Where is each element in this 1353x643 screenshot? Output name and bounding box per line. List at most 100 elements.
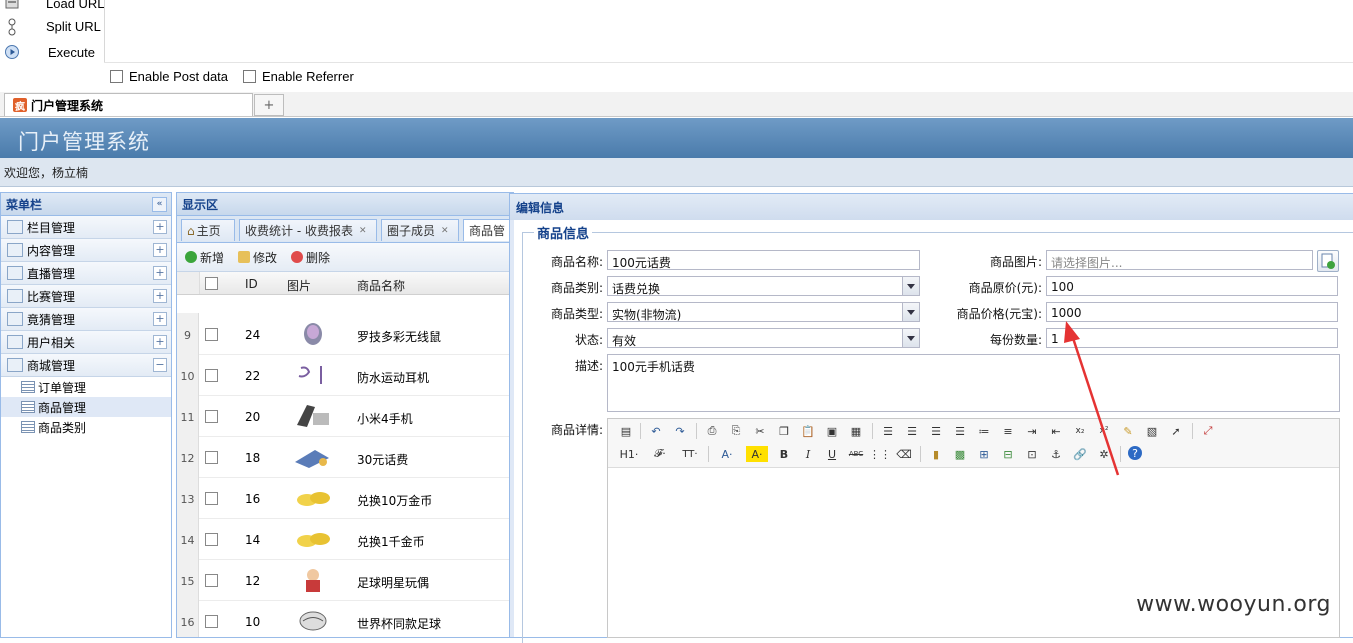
enable-post-checkbox[interactable]: Enable Post data bbox=[110, 69, 228, 84]
table-grid-icon[interactable]: ⋮⋮ bbox=[869, 446, 891, 462]
template-icon[interactable]: ▮ bbox=[928, 446, 944, 462]
load-url-button[interactable]: Load URL bbox=[0, 0, 105, 14]
table-row[interactable]: 16 10 世界杯同款足球 bbox=[177, 600, 513, 637]
paste-icon[interactable]: 📋 bbox=[800, 423, 816, 439]
menu-group-live[interactable]: 直播管理 + bbox=[1, 262, 171, 285]
col-image[interactable]: 图片 bbox=[287, 277, 311, 294]
menu-group-content[interactable]: 内容管理 + bbox=[1, 239, 171, 262]
print-icon[interactable]: ⎘ bbox=[728, 423, 744, 439]
indent-icon[interactable]: ⇥ bbox=[1024, 423, 1040, 439]
paste-word-icon[interactable]: ▦ bbox=[848, 423, 864, 439]
menu-item-orders[interactable]: 订单管理 bbox=[1, 377, 171, 397]
table-row[interactable]: 15 12 足球明星玩偶 bbox=[177, 559, 513, 601]
menu-group-user[interactable]: 用户相关 + bbox=[1, 331, 171, 354]
edit-window-header[interactable]: 编辑信息 bbox=[510, 194, 1353, 220]
italic-button[interactable]: I bbox=[800, 446, 816, 462]
image-insert-icon[interactable]: ▩ bbox=[952, 446, 968, 462]
col-name[interactable]: 商品名称 bbox=[357, 277, 405, 294]
table-row[interactable]: 12 18 30元话费 bbox=[177, 436, 513, 478]
row-checkbox[interactable] bbox=[205, 533, 218, 546]
name-input[interactable]: 100元话费 bbox=[607, 250, 920, 270]
horizontal-rule-icon[interactable]: ⊟ bbox=[1000, 446, 1016, 462]
redo-icon[interactable]: ↷ bbox=[672, 423, 688, 439]
ordered-list-icon[interactable]: ≔ bbox=[976, 423, 992, 439]
row-checkbox[interactable] bbox=[205, 451, 218, 464]
row-checkbox[interactable] bbox=[205, 328, 218, 341]
menu-group-match[interactable]: 比赛管理 + bbox=[1, 285, 171, 308]
delete-button[interactable]: 删除 bbox=[291, 249, 330, 266]
menu-item-products[interactable]: 商品管理 bbox=[1, 397, 171, 417]
expand-icon[interactable]: + bbox=[153, 312, 167, 326]
table-insert-icon[interactable]: ⊞ bbox=[976, 446, 992, 462]
menu-group-column[interactable]: 栏目管理 + bbox=[1, 216, 171, 239]
menu-group-mall[interactable]: 商城管理 − bbox=[1, 354, 171, 377]
row-checkbox[interactable] bbox=[205, 369, 218, 382]
category-select[interactable]: 话费兑换 bbox=[607, 276, 920, 296]
strikethrough-button[interactable]: ABC bbox=[848, 446, 864, 462]
image-input[interactable]: 请选择图片... bbox=[1046, 250, 1313, 270]
orig-price-input[interactable]: 100 bbox=[1046, 276, 1338, 296]
underline-button[interactable]: U bbox=[824, 446, 840, 462]
highlight-button[interactable]: A· bbox=[746, 446, 768, 462]
cut-icon[interactable]: ✂ bbox=[752, 423, 768, 439]
align-center-icon[interactable]: ☰ bbox=[904, 423, 920, 439]
font-family-dropdown[interactable]: 𝓕· bbox=[648, 446, 672, 462]
menu-item-categories[interactable]: 商品类别 bbox=[1, 417, 171, 437]
expand-icon[interactable]: + bbox=[153, 266, 167, 280]
row-checkbox[interactable] bbox=[205, 615, 218, 628]
align-left-icon[interactable]: ☰ bbox=[880, 423, 896, 439]
bold-button[interactable]: B bbox=[776, 446, 792, 462]
expand-icon[interactable]: + bbox=[153, 335, 167, 349]
align-right-icon[interactable]: ☰ bbox=[928, 423, 944, 439]
browser-tab[interactable]: 疯 门户管理系统 bbox=[4, 93, 253, 116]
table-row[interactable]: 11 20 小米4手机 bbox=[177, 395, 513, 437]
source-icon[interactable]: ▤ bbox=[618, 423, 634, 439]
checkbox-box[interactable] bbox=[243, 70, 256, 83]
tab-products[interactable]: 商品管 bbox=[463, 219, 513, 241]
tab-home[interactable]: ⌂ 主页 bbox=[181, 219, 235, 241]
page-break-icon[interactable]: ⊡ bbox=[1024, 446, 1040, 462]
table-row[interactable]: 9 24 罗技多彩无线鼠 bbox=[177, 313, 513, 355]
cursor-icon[interactable]: ➚ bbox=[1168, 423, 1184, 439]
type-select[interactable]: 实物(非物流) bbox=[607, 302, 920, 322]
paste-text-icon[interactable]: ▣ bbox=[824, 423, 840, 439]
expand-icon[interactable]: + bbox=[153, 220, 167, 234]
col-id[interactable]: ID bbox=[245, 277, 258, 291]
font-size-dropdown[interactable]: TT· bbox=[678, 446, 702, 462]
undo-icon[interactable]: ↶ bbox=[648, 423, 664, 439]
eraser-icon[interactable]: ⌫ bbox=[896, 446, 912, 462]
table-row[interactable]: 13 16 兑换10万金币 bbox=[177, 477, 513, 519]
close-icon[interactable]: ✕ bbox=[441, 226, 449, 236]
fullscreen-icon[interactable]: ⤢ bbox=[1200, 423, 1216, 439]
font-color-button[interactable]: A· bbox=[716, 446, 738, 462]
preview-icon[interactable]: ⎙ bbox=[704, 423, 720, 439]
status-select[interactable]: 有效 bbox=[607, 328, 920, 348]
menu-group-guess[interactable]: 竟猜管理 + bbox=[1, 308, 171, 331]
pick-image-button[interactable] bbox=[1317, 250, 1339, 272]
tab-circle-members[interactable]: 圈子成员 ✕ bbox=[381, 219, 459, 241]
desc-textarea[interactable]: 100元手机话费 bbox=[607, 354, 1340, 412]
chevron-down-icon[interactable] bbox=[902, 303, 919, 321]
select-all-checkbox[interactable] bbox=[205, 277, 218, 290]
new-tab-button[interactable]: + bbox=[254, 94, 284, 116]
table-row[interactable]: 14 14 兑换1千金币 bbox=[177, 518, 513, 560]
expand-icon[interactable]: + bbox=[153, 243, 167, 257]
unordered-list-icon[interactable]: ≡ bbox=[1000, 423, 1016, 439]
enable-referrer-checkbox[interactable]: Enable Referrer bbox=[243, 69, 354, 84]
row-checkbox[interactable] bbox=[205, 574, 218, 587]
chevron-down-icon[interactable] bbox=[902, 329, 919, 347]
add-button[interactable]: 新增 bbox=[185, 249, 224, 266]
collapse-left-icon[interactable]: « bbox=[152, 197, 167, 212]
copy-icon[interactable]: ❐ bbox=[776, 423, 792, 439]
tab-fee-report[interactable]: 收费统计 - 收费报表 ✕ bbox=[239, 219, 377, 241]
chevron-down-icon[interactable] bbox=[902, 277, 919, 295]
row-checkbox[interactable] bbox=[205, 492, 218, 505]
checkbox-box[interactable] bbox=[110, 70, 123, 83]
expand-icon[interactable]: + bbox=[153, 289, 167, 303]
split-url-button[interactable]: Split URL bbox=[0, 15, 101, 37]
close-icon[interactable]: ✕ bbox=[359, 226, 367, 236]
collapse-icon[interactable]: − bbox=[153, 358, 167, 372]
justify-icon[interactable]: ☰ bbox=[952, 423, 968, 439]
table-row[interactable]: 10 22 防水运动耳机 bbox=[177, 354, 513, 396]
select-all-icon[interactable]: ▧ bbox=[1144, 423, 1160, 439]
